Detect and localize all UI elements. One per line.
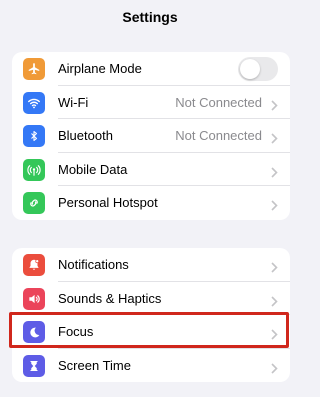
settings-row-screen-time[interactable]: Screen Time: [12, 349, 290, 383]
row-label: Airplane Mode: [58, 61, 142, 76]
row-label: Mobile Data: [58, 161, 128, 177]
settings-row-wifi[interactable]: Wi-Fi Not Connected: [12, 86, 290, 120]
settings-row-sounds-haptics[interactable]: Sounds & Haptics: [12, 282, 290, 316]
airplane-mode-toggle[interactable]: [238, 57, 278, 81]
row-label: Notifications: [58, 257, 129, 272]
settings-row-airplane-mode[interactable]: Airplane Mode: [12, 52, 290, 86]
row-detail: Not Connected: [175, 94, 262, 110]
chevron-right-icon: [271, 361, 278, 379]
system-group: Notifications Sounds & Haptics Focus Scr…: [12, 248, 290, 383]
chevron-right-icon: [271, 327, 278, 345]
chevron-right-icon: [271, 294, 278, 312]
settings-row-notifications[interactable]: Notifications: [12, 248, 290, 282]
chevron-right-icon: [271, 98, 278, 116]
toggle-knob: [240, 59, 260, 79]
bell-icon: [23, 254, 45, 276]
row-label: Focus: [58, 324, 94, 340]
row-label: Wi-Fi: [58, 94, 89, 110]
settings-row-mobile-data[interactable]: Mobile Data: [12, 153, 290, 187]
row-label: Sounds & Haptics: [58, 290, 162, 306]
chevron-right-icon: [271, 131, 278, 149]
settings-row-focus[interactable]: Focus: [12, 315, 290, 349]
chevron-right-icon: [271, 165, 278, 183]
hotspot-icon: [23, 192, 45, 215]
bluetooth-icon: [23, 125, 45, 148]
speaker-icon: [23, 287, 45, 310]
connectivity-group: Airplane Mode Wi-Fi Not Connected Blueto…: [12, 52, 290, 220]
chevron-right-icon: [271, 260, 278, 278]
row-detail: Not Connected: [175, 128, 262, 144]
row-label: Personal Hotspot: [58, 195, 158, 211]
row-label: Screen Time: [58, 357, 131, 373]
moon-icon: [23, 321, 45, 344]
airplane-icon: [23, 58, 45, 80]
settings-row-bluetooth[interactable]: Bluetooth Not Connected: [12, 119, 290, 153]
hourglass-icon: [23, 354, 45, 377]
page-title: Settings: [122, 9, 178, 25]
chevron-right-icon: [271, 198, 278, 216]
settings-row-personal-hotspot[interactable]: Personal Hotspot: [12, 186, 290, 220]
wifi-icon: [23, 91, 45, 114]
antenna-icon: [23, 158, 45, 181]
row-label: Bluetooth: [58, 128, 113, 144]
